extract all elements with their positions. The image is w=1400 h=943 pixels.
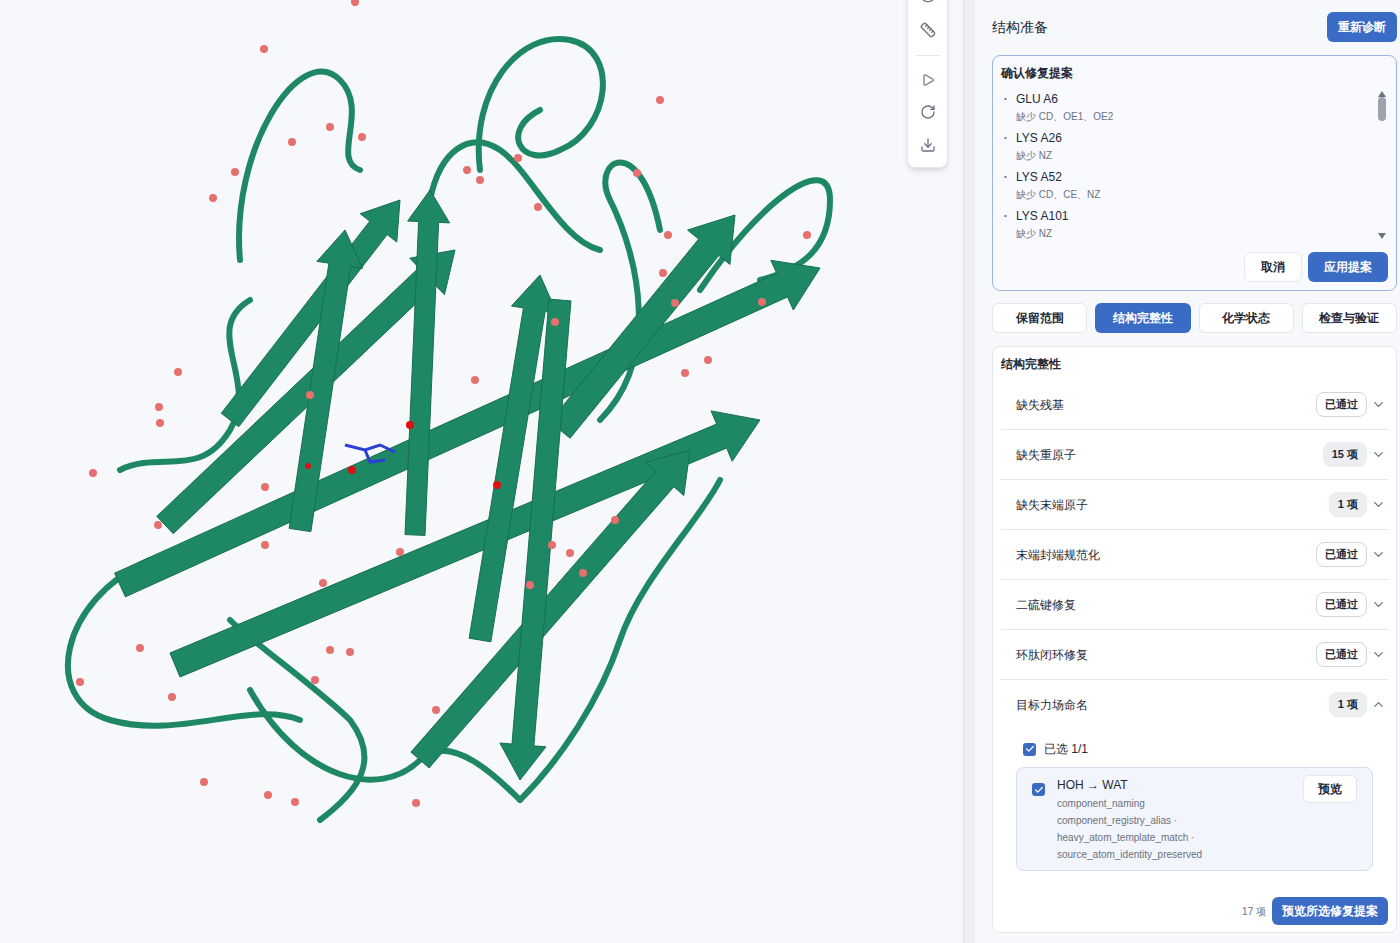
row-label: 环肽闭环修复	[1016, 646, 1088, 664]
scroll-thumb[interactable]	[1378, 97, 1386, 121]
row-label: 缺失重原子	[1016, 446, 1076, 464]
proposal-item: •LYS A26缺少 NZ	[1001, 128, 1376, 167]
fix-title: HOH → WAT	[1057, 775, 1291, 795]
tab[interactable]: 结构完整性	[1095, 303, 1190, 333]
row-label: 目标力场命名	[1016, 696, 1088, 714]
select-all-checkbox[interactable]	[1023, 743, 1036, 756]
panel-divider[interactable]	[963, 0, 975, 943]
row-label: 二硫键修复	[1016, 596, 1076, 614]
tab[interactable]: 化学状态	[1199, 303, 1294, 333]
rotate-icon[interactable]	[920, 104, 936, 120]
chevron-down-icon[interactable]	[1371, 547, 1386, 562]
integrity-card: 结构完整性缺失残基已通过缺失重原子15 项缺失末端原子1 项末端封端规范化已通过…	[992, 346, 1397, 933]
integrity-row[interactable]: 缺失重原子 15 项	[1001, 430, 1388, 480]
proposal-box: 确认修复提案•GLU A6缺少 CD、OE1、OE2•LYS A26缺少 NZ•…	[992, 55, 1397, 291]
viewer-toolbar	[907, 0, 948, 168]
protein-ribbon-icon	[0, 0, 905, 943]
proposal-item: •LYS A52缺少 CD、CE、NZ	[1001, 167, 1376, 206]
fix-tag: component_registry_alias ·	[1057, 812, 1291, 829]
chevron-up-icon[interactable]	[1371, 697, 1386, 712]
chevron-down-icon[interactable]	[1371, 397, 1386, 412]
side-panel: 结构准备重新诊断确认修复提案•GLU A6缺少 CD、OE1、OE2•LYS A…	[975, 0, 1400, 943]
preview-button[interactable]: 预览	[1303, 775, 1357, 803]
status-badge: 已通过	[1316, 392, 1367, 417]
tab-bar: 保留范围结构完整性化学状态检查与验证	[992, 303, 1397, 333]
integrity-row[interactable]: 缺失末端原子 1 项	[1001, 480, 1388, 530]
fix-tag: heavy_atom_template_match ·	[1057, 829, 1291, 846]
chevron-down-icon[interactable]	[1371, 497, 1386, 512]
proposal-list: •GLU A6缺少 CD、OE1、OE2•LYS A26缺少 NZ•LYS A5…	[1001, 89, 1376, 239]
row-label: 缺失残基	[1016, 396, 1064, 414]
proposal-item: •LYS A101缺少 NZ	[1001, 206, 1376, 239]
fix-checkbox[interactable]	[1032, 783, 1045, 796]
ruler-icon[interactable]	[920, 22, 936, 38]
apply-button[interactable]: 应用提案	[1308, 252, 1388, 282]
chevron-down-icon[interactable]	[1371, 647, 1386, 662]
structure-viewer[interactable]	[0, 0, 963, 943]
beta-strand	[550, 215, 735, 438]
status-badge: 已通过	[1316, 592, 1367, 617]
tab[interactable]: 保留范围	[992, 303, 1087, 333]
rediagnose-button[interactable]: 重新诊断	[1327, 12, 1397, 42]
chevron-down-icon[interactable]	[1371, 447, 1386, 462]
status-badge: 已通过	[1316, 542, 1367, 567]
play-icon[interactable]	[921, 73, 935, 87]
beta-strand	[221, 200, 400, 427]
status-badge: 已通过	[1316, 642, 1367, 667]
beta-strand	[289, 230, 363, 532]
row-label: 缺失末端原子	[1016, 496, 1088, 514]
integrity-row[interactable]: 环肽闭环修复 已通过	[1001, 630, 1388, 680]
ligand-icon	[305, 421, 501, 489]
check-icon	[1025, 744, 1035, 754]
integrity-row[interactable]: 二硫键修复 已通过	[1001, 580, 1388, 630]
fix-tag: component_naming	[1057, 795, 1291, 812]
chevron-down-icon[interactable]	[1371, 597, 1386, 612]
select-all-label: 已选 1/1	[1044, 740, 1088, 758]
section-title: 结构完整性	[1001, 347, 1388, 380]
status-badge: 15 项	[1323, 442, 1367, 467]
panel-title: 结构准备	[992, 17, 1048, 38]
row-label: 末端封端规范化	[1016, 546, 1100, 564]
scrollbar[interactable]	[1376, 89, 1388, 239]
scroll-down-icon[interactable]	[1378, 233, 1386, 239]
fix-count: 17 项	[1242, 904, 1266, 919]
status-badge: 1 项	[1329, 492, 1367, 517]
status-badge: 1 项	[1329, 692, 1367, 717]
integrity-row[interactable]: 缺失残基 已通过	[1001, 380, 1388, 430]
eye-icon[interactable]	[920, 0, 936, 5]
fix-card: HOH → WATcomponent_namingcomponent_regis…	[1016, 767, 1373, 871]
beta-strand	[405, 190, 450, 535]
app: 结构准备重新诊断确认修复提案•GLU A6缺少 CD、OE1、OE2•LYS A…	[0, 0, 1400, 943]
proposal-item: •GLU A6缺少 CD、OE1、OE2	[1001, 89, 1376, 128]
preview-selected-button[interactable]: 预览所选修复提案	[1272, 897, 1388, 925]
beta-strand	[500, 299, 571, 780]
check-icon	[1034, 785, 1044, 795]
cancel-button[interactable]: 取消	[1244, 252, 1302, 282]
proposal-title: 确认修复提案	[1001, 64, 1388, 82]
tab[interactable]: 检查与验证	[1302, 303, 1397, 333]
integrity-row[interactable]: 末端封端规范化 已通过	[1001, 530, 1388, 580]
fix-tag: source_atom_identity_preserved	[1057, 846, 1291, 863]
integrity-row[interactable]: 目标力场命名 1 项已选 1/1 HOH → WATcomponent_naming…	[1001, 680, 1388, 879]
row-details: 已选 1/1 HOH → WATcomponent_namingcomponent…	[1001, 735, 1388, 879]
download-icon[interactable]	[920, 137, 936, 153]
